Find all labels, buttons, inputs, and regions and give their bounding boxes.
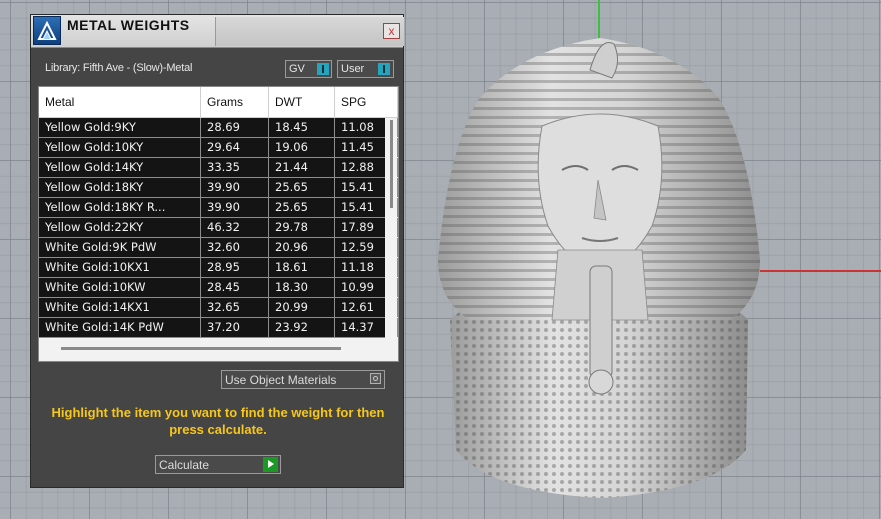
radio-icon [370,373,381,384]
gv-toggle-switch-icon [317,63,329,75]
column-header-grams[interactable]: Grams [201,87,269,117]
cell-metal: White Gold:10KW [39,278,201,297]
cell-metal: White Gold:14KX1 [39,298,201,317]
column-header-metal[interactable]: Metal [39,87,201,117]
column-header-dwt[interactable]: DWT [269,87,335,117]
user-toggle-label: User [341,63,365,75]
cell-dwt: 29.78 [269,218,335,237]
cell-metal: Yellow Gold:9KY [39,118,201,137]
cell-metal: Yellow Gold:18KY [39,178,201,197]
horizontal-scroll-thumb[interactable] [61,347,341,350]
cell-grams: 32.60 [201,238,269,257]
cell-dwt: 25.65 [269,178,335,197]
gv-toggle[interactable]: GV [285,60,332,78]
table-row[interactable]: White Gold:10KW 28.45 18.30 10.99 [39,278,398,298]
pharaoh-bust-model[interactable] [430,30,770,500]
cell-grams: 32.65 [201,298,269,317]
x-axis-line [760,270,881,272]
cell-grams: 37.20 [201,318,269,337]
table-row[interactable]: White Gold:14K PdW 37.20 23.92 14.37 [39,318,398,338]
calculate-control[interactable]: Calculate [155,455,281,474]
cell-dwt: 18.61 [269,258,335,277]
title-bar-filler [215,17,404,46]
cell-grams: 29.64 [201,138,269,157]
metal-weights-table[interactable]: Metal Grams DWT SPG Yellow Gold:9KY 28.69… [38,86,399,362]
cell-dwt: 21.44 [269,158,335,177]
cell-grams: 39.90 [201,178,269,197]
gv-toggle-label: GV [289,63,305,75]
window-title: METAL WEIGHTS [67,17,190,33]
cell-metal: Yellow Gold:22KY [39,218,201,237]
user-toggle[interactable]: User [337,60,394,78]
close-button[interactable]: x [383,23,400,39]
metal-weights-logo-icon [33,16,61,45]
cell-metal: Yellow Gold:14KY [39,158,201,177]
library-label: Library: Fifth Ave - (Slow)-Metal [45,62,193,74]
table-row[interactable]: Yellow Gold:18KY 39.90 25.65 15.41 [39,178,398,198]
cell-metal: White Gold:9K PdW [39,238,201,257]
cell-dwt: 23.92 [269,318,335,337]
table-row[interactable]: Yellow Gold:22KY 46.32 29.78 17.89 [39,218,398,238]
play-arrow-icon[interactable] [263,457,278,472]
table-body: Yellow Gold:9KY 28.69 18.45 11.08 Yellow Gol… [39,118,398,338]
user-toggle-switch-icon [378,63,390,75]
cell-grams: 28.45 [201,278,269,297]
table-row[interactable]: White Gold:10KX1 28.95 18.61 11.18 [39,258,398,278]
cell-grams: 33.35 [201,158,269,177]
cell-dwt: 19.06 [269,138,335,157]
cell-dwt: 18.30 [269,278,335,297]
cell-grams: 46.32 [201,218,269,237]
instruction-text: Highlight the item you want to find the … [51,405,385,437]
cell-dwt: 18.45 [269,118,335,137]
table-row[interactable]: White Gold:9K PdW 32.60 20.96 12.59 [39,238,398,258]
use-object-materials-toggle[interactable]: Use Object Materials [221,370,385,389]
cell-metal: Yellow Gold:18KY R... [39,198,201,217]
table-row[interactable]: Yellow Gold:14KY 33.35 21.44 12.88 [39,158,398,178]
vertical-scroll-thumb[interactable] [390,120,393,208]
cell-metal: White Gold:14K PdW [39,318,201,337]
cell-grams: 28.95 [201,258,269,277]
cell-dwt: 20.99 [269,298,335,317]
title-bar[interactable]: METAL WEIGHTS x [31,15,404,48]
cell-metal: White Gold:10KX1 [39,258,201,277]
cell-dwt: 20.96 [269,238,335,257]
cell-grams: 28.69 [201,118,269,137]
column-header-spg[interactable]: SPG [335,87,398,117]
use-object-materials-label: Use Object Materials [225,373,337,387]
table-header: Metal Grams DWT SPG [39,87,398,118]
metal-weights-panel: METAL WEIGHTS x Library: Fifth Ave - (Sl… [30,14,404,488]
cell-metal: Yellow Gold:10KY [39,138,201,157]
table-row[interactable]: Yellow Gold:18KY R... 39.90 25.65 15.41 [39,198,398,218]
table-row[interactable]: White Gold:14KX1 32.65 20.99 12.61 [39,298,398,318]
cell-grams: 39.90 [201,198,269,217]
cell-dwt: 25.65 [269,198,335,217]
calculate-label: Calculate [159,458,210,472]
table-row[interactable]: Yellow Gold:10KY 29.64 19.06 11.45 [39,138,398,158]
table-row[interactable]: Yellow Gold:9KY 28.69 18.45 11.08 [39,118,398,138]
